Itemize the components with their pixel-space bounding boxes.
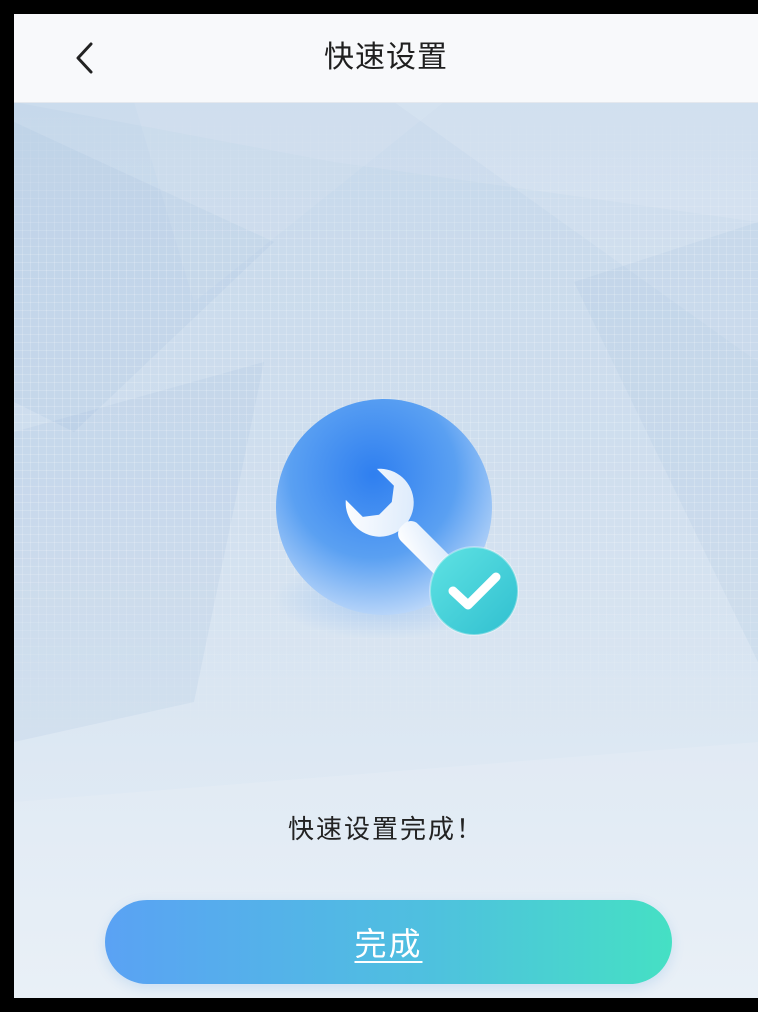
app-screen: 快速设置 快速设置完成！ 完成 — [14, 14, 758, 998]
completion-message: 快速设置完成！ — [287, 815, 484, 845]
done-button-label: 完成 — [354, 925, 423, 963]
setup-complete-illustration — [274, 399, 519, 639]
page-title: 快速设置 — [324, 40, 448, 75]
navigation-bar: 快速设置 — [14, 14, 758, 103]
checkmark-badge — [429, 546, 519, 636]
device-frame: 快速设置 快速设置完成！ 完成 — [0, 0, 758, 1012]
done-button[interactable]: 完成 — [105, 900, 672, 984]
